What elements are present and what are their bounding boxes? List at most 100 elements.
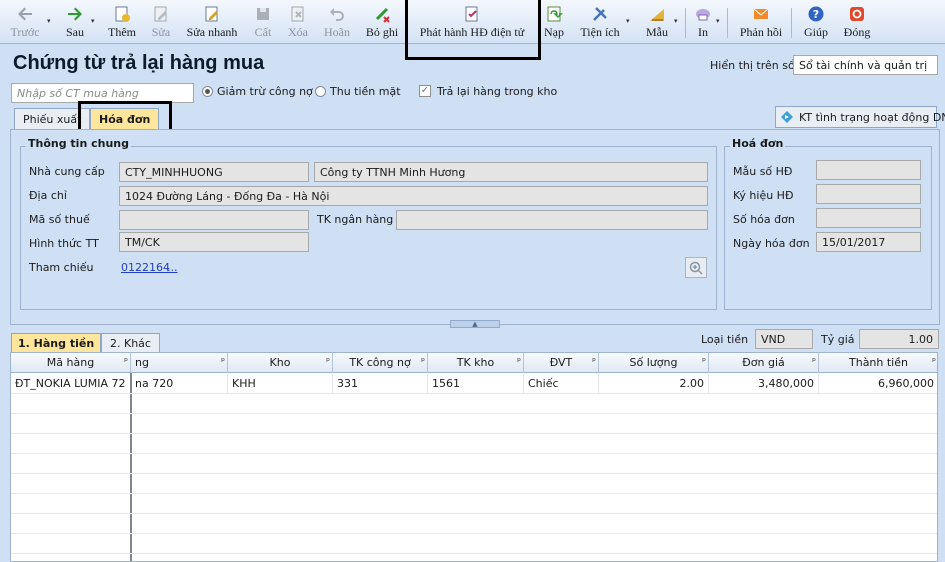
feedback-button[interactable]: Phản hồi bbox=[738, 3, 784, 43]
payable-account-cell[interactable]: 331 bbox=[333, 374, 428, 393]
reload-button[interactable]: Nạp bbox=[541, 3, 567, 43]
pin-icon[interactable]: ᵖ bbox=[932, 357, 936, 367]
bank-account-field[interactable] bbox=[396, 210, 708, 230]
check-business-status-button[interactable]: KT tình trạng hoạt động DN bbox=[775, 106, 945, 128]
amount-cell[interactable]: 6,960,000 bbox=[819, 374, 937, 393]
reload-icon bbox=[547, 6, 563, 22]
item-code-cell[interactable]: ĐT_NOKIA LUMIA 72 bbox=[11, 374, 131, 393]
invoice-template-label: Mẫu số HĐ bbox=[733, 165, 793, 178]
exchange-rate-field[interactable]: 1.00 bbox=[859, 329, 939, 349]
column-header[interactable]: Mã hàng ᵖ bbox=[11, 353, 131, 373]
e-invoice-button[interactable]: Phát hành HĐ điện tử bbox=[410, 3, 534, 43]
supplier-name-field[interactable]: Công ty TTNH Minh Hương bbox=[314, 162, 708, 182]
warehouse-cell[interactable]: KHH bbox=[228, 374, 333, 393]
invoice-date-field[interactable]: 15/01/2017 bbox=[816, 232, 921, 252]
unpost-icon bbox=[375, 7, 390, 23]
feedback-mail-icon bbox=[753, 8, 769, 19]
close-button[interactable]: Đóng bbox=[840, 3, 874, 43]
pin-icon[interactable]: ᵖ bbox=[421, 357, 425, 367]
column-header[interactable]: ng ᵖ bbox=[131, 353, 228, 373]
pin-icon[interactable]: ᵖ bbox=[592, 357, 596, 367]
reference-label: Tham chiếu bbox=[29, 261, 94, 274]
items-grid: Mã hàng ᵖ ng ᵖ Kho ᵖ TK công nợ ᵖ TK kho ᵖ ĐV… bbox=[10, 352, 938, 562]
payment-method-field[interactable]: TM/CK bbox=[119, 232, 309, 252]
quick-edit-button[interactable]: Sửa nhanh bbox=[184, 3, 240, 43]
help-button[interactable]: ? Giúp bbox=[802, 3, 830, 43]
column-header[interactable]: TK kho ᵖ bbox=[428, 353, 524, 373]
invoice-group-title: Hoá đơn bbox=[730, 137, 786, 150]
toolbar-separator bbox=[791, 8, 792, 38]
grid-line bbox=[11, 493, 937, 494]
collect-cash-radio[interactable] bbox=[315, 86, 326, 97]
column-header[interactable]: Số lượng ᵖ bbox=[599, 353, 709, 373]
column-header[interactable]: Đơn giá ᵖ bbox=[709, 353, 819, 373]
invoice-template-field[interactable] bbox=[816, 160, 921, 180]
reference-more-link[interactable]: ... bbox=[167, 261, 178, 274]
invoice-number-field[interactable] bbox=[816, 208, 921, 228]
quantity-cell[interactable]: 2.00 bbox=[599, 374, 709, 393]
column-header[interactable]: Kho ᵖ bbox=[228, 353, 333, 373]
add-button[interactable]: Thêm bbox=[106, 3, 138, 43]
delete-button[interactable]: Xóa bbox=[284, 3, 312, 43]
pin-icon[interactable]: ᵖ bbox=[221, 357, 225, 367]
reduce-debt-radio[interactable] bbox=[202, 86, 213, 97]
column-header[interactable]: ĐVT ᵖ bbox=[524, 353, 599, 373]
reference-link[interactable]: 0122164 bbox=[121, 261, 170, 274]
pin-icon[interactable]: ᵖ bbox=[124, 357, 128, 367]
e-invoice-icon bbox=[465, 6, 478, 22]
tab-export-slip[interactable]: Phiếu xuất bbox=[14, 108, 91, 129]
next-button[interactable]: Sau bbox=[60, 3, 90, 43]
pin-icon[interactable]: ᵖ bbox=[702, 357, 706, 367]
address-field[interactable]: 1024 Đường Láng - Đống Đa - Hà Nội bbox=[119, 186, 708, 206]
template-button[interactable]: Mẫu bbox=[643, 3, 671, 43]
toolbar-separator bbox=[538, 8, 539, 38]
tab-other[interactable]: 2. Khác bbox=[101, 333, 160, 353]
print-button[interactable]: In bbox=[691, 3, 715, 43]
postpone-button[interactable]: Hoãn bbox=[321, 3, 353, 43]
pin-icon[interactable]: ᵖ bbox=[812, 357, 816, 367]
display-on-book-select[interactable]: Sổ tài chính và quản trị bbox=[793, 55, 938, 75]
supplier-code-field[interactable]: CTY_MINHHUONG bbox=[119, 162, 309, 182]
print-icon bbox=[696, 9, 710, 21]
table-row[interactable]: ĐT_NOKIA LUMIA 72 na 720 KHH 331 1561 Ch… bbox=[11, 374, 937, 393]
previous-button[interactable]: Trước bbox=[6, 3, 44, 43]
display-on-book-label: Hiển thị trên sổ bbox=[710, 59, 795, 72]
utilities-dropdown-arrow-icon[interactable]: ▾ bbox=[626, 17, 630, 25]
invoice-symbol-field[interactable] bbox=[816, 184, 921, 204]
item-name-cell[interactable]: na 720 bbox=[131, 374, 228, 393]
column-header[interactable]: Thành tiền ᵖ bbox=[819, 353, 937, 373]
tax-code-field[interactable] bbox=[119, 210, 309, 230]
column-header[interactable]: TK công nợ ᵖ bbox=[333, 353, 428, 373]
previous-dropdown-arrow-icon[interactable]: ▾ bbox=[47, 17, 51, 25]
currency-field[interactable]: VND bbox=[755, 329, 813, 349]
help-icon: ? bbox=[808, 6, 824, 22]
collapse-arrow-icon: ▲ bbox=[472, 320, 478, 328]
print-dropdown-arrow-icon[interactable]: ▾ bbox=[716, 17, 720, 25]
grid-line bbox=[11, 433, 937, 434]
unit-price-cell[interactable]: 3,480,000 bbox=[709, 374, 819, 393]
template-dropdown-arrow-icon[interactable]: ▾ bbox=[674, 17, 678, 25]
general-info-title: Thông tin chung bbox=[26, 137, 132, 150]
save-icon bbox=[257, 8, 269, 20]
tab-goods[interactable]: 1. Hàng tiền bbox=[11, 333, 102, 353]
utilities-icon bbox=[593, 7, 607, 21]
invoice-symbol-label: Ký hiệu HĐ bbox=[733, 189, 794, 202]
unit-cell[interactable]: Chiếc bbox=[524, 374, 599, 393]
stock-account-cell[interactable]: 1561 bbox=[428, 374, 524, 393]
unpost-button[interactable]: Bỏ ghi bbox=[362, 3, 402, 43]
return-in-stock-checkbox[interactable]: ✓ bbox=[419, 85, 431, 97]
edit-button[interactable]: Sửa bbox=[146, 3, 176, 43]
grid-line bbox=[11, 393, 937, 394]
zoom-plus-icon bbox=[689, 261, 703, 275]
next-dropdown-arrow-icon[interactable]: ▾ bbox=[91, 17, 95, 25]
add-document-icon bbox=[115, 6, 130, 22]
payment-method-label: Hình thức TT bbox=[29, 237, 99, 250]
voucher-search-input[interactable]: Nhập số CT mua hàng bbox=[11, 83, 194, 103]
tab-invoice[interactable]: Hóa đơn bbox=[90, 108, 160, 129]
collapse-splitter-handle[interactable]: ▲ bbox=[450, 320, 500, 328]
pin-icon[interactable]: ᵖ bbox=[326, 357, 330, 367]
attach-reference-button[interactable] bbox=[685, 257, 707, 278]
utilities-button[interactable]: Tiện ích bbox=[578, 3, 622, 43]
pin-icon[interactable]: ᵖ bbox=[517, 357, 521, 367]
save-button[interactable]: Cất bbox=[250, 3, 276, 43]
